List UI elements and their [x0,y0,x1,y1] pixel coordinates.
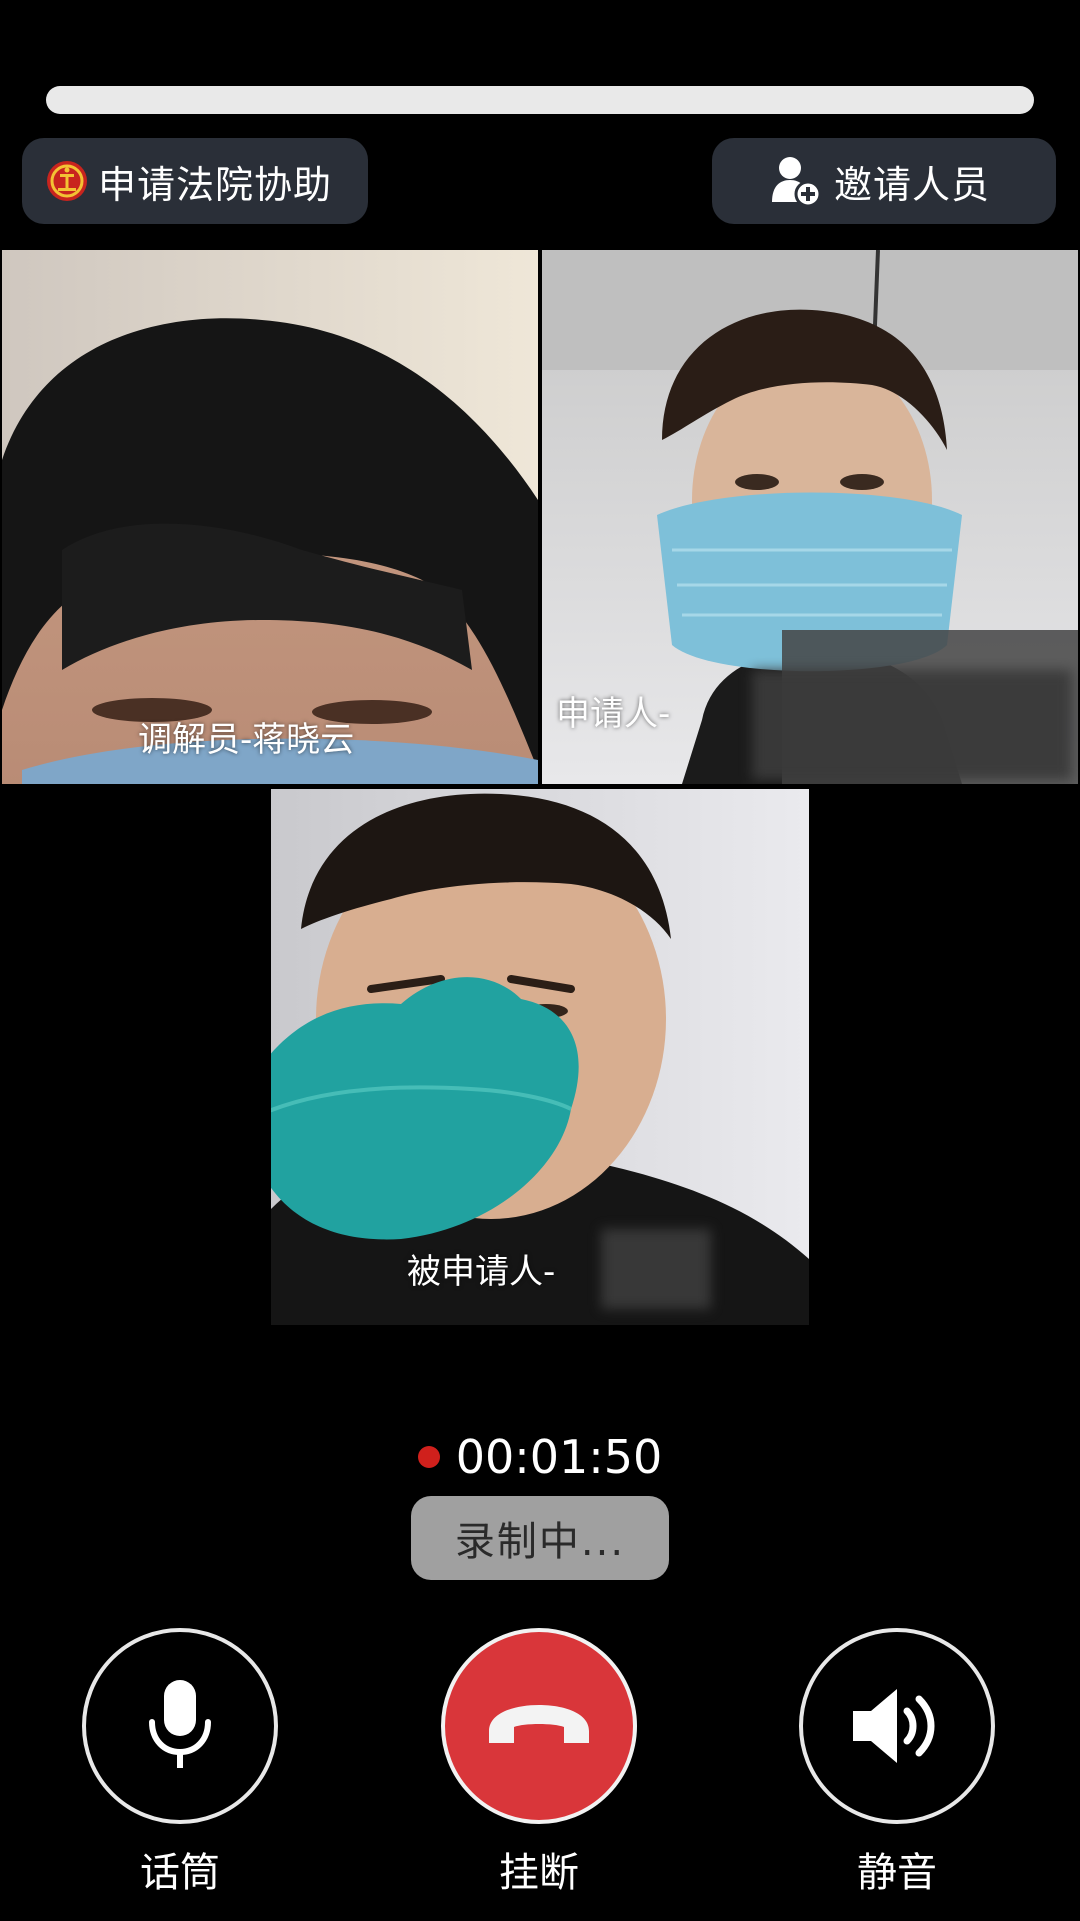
recording-indicator-icon [417,1446,440,1468]
participant-name-respondent: 被申请人- [407,1252,556,1292]
video-tile-mediator[interactable]: 调解员-蒋晓云 [2,250,538,784]
elapsed-time: 00:01:50 [455,1430,663,1484]
video-call-screen: 申请法院协助 邀请人员 调解员-蒋晓云 申请人- 被申请人- 00:01:50 … [0,0,1080,1921]
speaker-icon [853,1689,935,1763]
microphone-button[interactable] [82,1628,278,1824]
call-timer: 00:01:50 [0,1430,1080,1484]
video-tile-respondent[interactable]: 被申请人- [271,789,809,1325]
request-court-assist-button[interactable]: 申请法院协助 [22,138,368,224]
phone-hangup-icon [489,1705,589,1743]
recording-status-badge: 录制中... [411,1496,669,1580]
invite-people-button[interactable]: 邀请人员 [712,138,1056,224]
video-tile-applicant[interactable]: 申请人- [542,250,1078,784]
court-emblem-icon [47,161,87,201]
hangup-button[interactable] [441,1628,637,1824]
mute-label: 静音 [857,1850,937,1896]
microphone-icon [149,1680,211,1768]
mediator-video-feed [2,250,538,784]
speaker-mute-button[interactable] [799,1628,995,1824]
top-notification-bar [46,86,1034,114]
microphone-label: 话筒 [140,1850,220,1896]
hangup-label: 挂断 [499,1850,579,1896]
add-person-icon [772,157,822,208]
redacted-applicant-name [752,670,1072,780]
invite-people-label: 邀请人员 [834,162,991,207]
participant-name-mediator: 调解员-蒋晓云 [138,720,355,760]
request-court-assist-label: 申请法院协助 [98,162,333,207]
redacted-respondent-name [601,1229,711,1309]
participant-name-applicant: 申请人- [556,694,671,734]
